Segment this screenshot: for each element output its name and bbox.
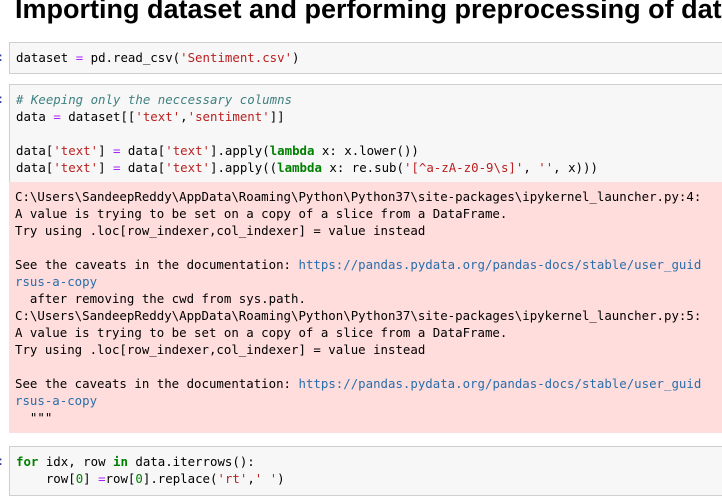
code-token: x: re.sub( [321,160,404,175]
code-line: # Keeping only the neccessary columns [16,92,292,107]
code-token: idx, row [38,454,113,469]
code-token: See the caveats in the documentation: [15,257,299,272]
code-token: dataset [16,50,76,65]
code-token: # Keeping only the neccessary columns [16,92,293,107]
code-token: ] [98,160,113,175]
code-token: , [247,471,255,486]
code-cell-read-csv[interactable]: dataset = pd.read_csv('Sentiment.csv') [9,42,722,74]
cell-prompt: : [0,453,7,470]
code-line: dataset = pd.read_csv('Sentiment.csv') [16,50,300,65]
code-token: ) [277,471,285,486]
stderr-text: C:\Users\SandeepReddy\AppData\Roaming\Py… [9,182,722,426]
code-token: Try using .loc[row_indexer,col_indexer] … [15,223,426,238]
code-line: C:\Users\SandeepReddy\AppData\Roaming\Py… [15,308,701,323]
code-line: A value is trying to be set on a copy of… [15,206,507,221]
code-line: for idx, row in data.iterrows(): [16,454,255,469]
stderr-output: C:\Users\SandeepReddy\AppData\Roaming\Py… [9,182,722,433]
code-line: See the caveats in the documentation: ht… [15,376,701,391]
code-token: x: x.lower()) [314,143,419,158]
code-token: data[ [120,143,166,158]
code-token: dataset[[ [60,109,136,124]
page-title: Importing dataset and performing preproc… [15,0,722,24]
code-line: after removing the cwd from sys.path. [15,291,306,306]
cell-prompt: : [0,91,7,108]
code-line: A value is trying to be set on a copy of… [15,325,507,340]
code-line: """ [15,410,52,425]
code-token: in [113,454,128,469]
code-block: for idx, row in data.iterrows(): row[0] … [10,447,722,487]
code-token: = [98,471,106,486]
code-token: pd.read_csv( [83,50,181,65]
code-token: ] [98,143,113,158]
code-line: data['text'] = data['text'].apply(lambda… [16,143,419,158]
code-block: # Keeping only the neccessary columns da… [10,85,722,176]
code-token: data[ [16,143,54,158]
doc-link[interactable]: https://pandas.pydata.org/pandas-docs/st… [298,376,701,391]
code-token: 'text' [165,160,210,175]
code-token: 0 [135,471,143,486]
code-line: rsus-a-copy [15,274,97,289]
code-line: C:\Users\SandeepReddy\AppData\Roaming\Py… [15,189,701,204]
doc-link[interactable]: rsus-a-copy [15,393,97,408]
code-line: Try using .loc[row_indexer,col_indexer] … [15,342,425,357]
code-token: after removing the cwd from sys.path. [15,291,306,306]
code-line: row[0] =row[0].replace('rt',' ') [16,471,285,486]
code-token: data [16,109,54,124]
code-token: data[ [16,160,54,175]
code-block: dataset = pd.read_csv('Sentiment.csv') [10,43,722,66]
code-token: = [53,109,61,124]
code-token: ) [292,50,300,65]
doc-link[interactable]: https://pandas.pydata.org/pandas-docs/st… [298,257,701,272]
code-token: C:\Users\SandeepReddy\AppData\Roaming\Py… [15,189,702,204]
code-token: """ [15,410,53,425]
code-cell-iterrows[interactable]: for idx, row in data.iterrows(): row[0] … [9,446,722,496]
code-token: ].replace( [142,471,218,486]
code-token: 'sentiment' [187,109,270,124]
code-token: '[^a-zA-z0-9\s]' [403,160,524,175]
code-token: ]] [269,109,285,124]
code-token: row[ [16,471,76,486]
code-token: row[ [105,471,136,486]
code-token: , [523,160,539,175]
code-cell-preprocess[interactable]: # Keeping only the neccessary columns da… [9,84,722,182]
code-token: A value is trying to be set on a copy of… [15,206,508,221]
code-line: See the caveats in the documentation: ht… [15,257,701,272]
code-token: ' ' [254,471,278,486]
code-token: 'text' [53,160,99,175]
code-token: See the caveats in the documentation: [15,376,299,391]
code-token: C:\Users\SandeepReddy\AppData\Roaming\Py… [15,308,702,323]
code-token: data.iterrows(): [127,454,255,469]
code-token: Try using .loc[row_indexer,col_indexer] … [15,342,426,357]
code-token: 'rt' [217,471,248,486]
code-token: '' [538,160,554,175]
code-token: lambda [269,143,315,158]
code-line: data['text'] = data['text'].apply((lambd… [16,160,598,175]
code-line: Try using .loc[row_indexer,col_indexer] … [15,223,425,238]
code-token: data[ [120,160,166,175]
code-token: , x))) [553,160,598,175]
code-token: ] [83,471,99,486]
code-token: , [180,109,188,124]
code-line: rsus-a-copy [15,393,97,408]
code-token: lambda [277,160,322,175]
code-token: A value is trying to be set on a copy of… [15,325,508,340]
code-token: ].apply(( [210,160,278,175]
code-token: 'text' [135,109,181,124]
code-token: 'text' [165,143,210,158]
code-token: for [16,454,39,469]
code-token: 'Sentiment.csv' [180,50,293,65]
code-token: ].apply( [210,143,270,158]
code-line: data = dataset[['text','sentiment']] [16,109,285,124]
code-token: 'text' [53,143,99,158]
doc-link[interactable]: rsus-a-copy [15,274,97,289]
cell-prompt: : [0,49,7,66]
